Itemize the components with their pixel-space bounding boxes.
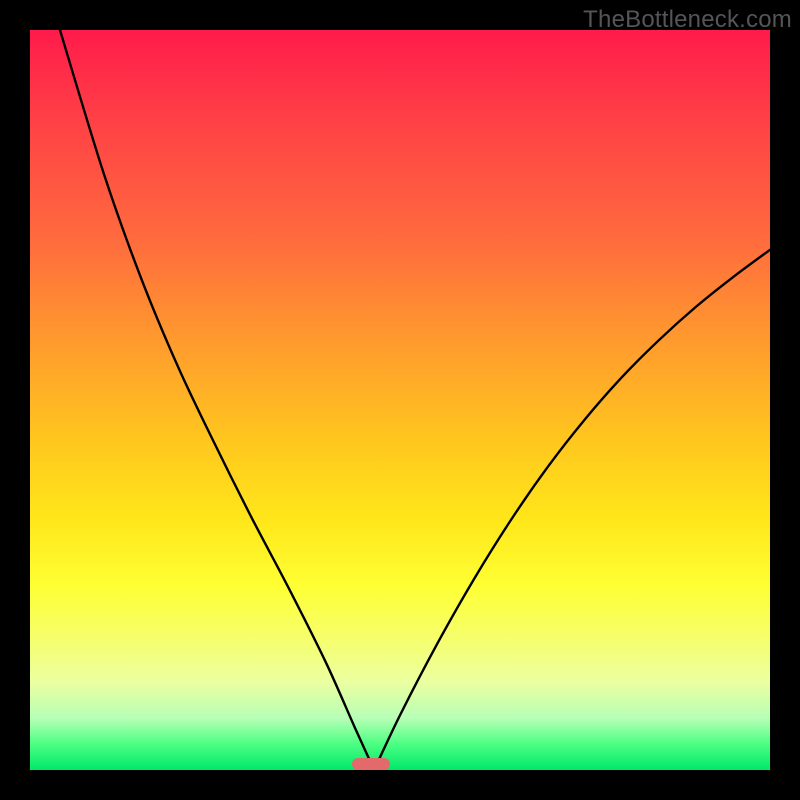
optimum-marker	[352, 758, 390, 770]
plot-area	[30, 30, 770, 770]
bottleneck-curve	[30, 30, 770, 770]
curve-left-branch	[60, 30, 374, 770]
curve-right-branch	[374, 250, 770, 770]
chart-frame: TheBottleneck.com	[0, 0, 800, 800]
